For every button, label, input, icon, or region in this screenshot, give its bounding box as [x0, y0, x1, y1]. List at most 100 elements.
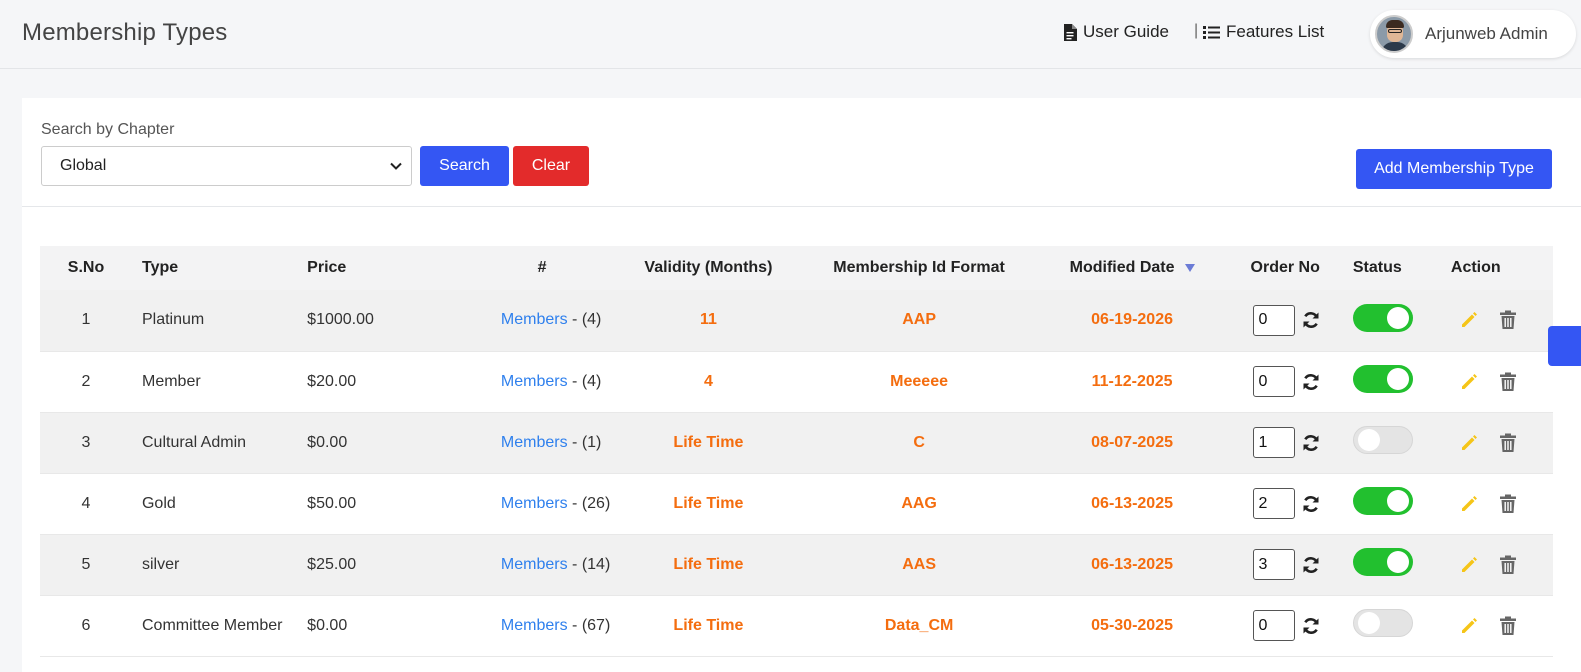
col-action: Action	[1450, 259, 1501, 276]
table-header-row: S.No Type Price # Validity (Months) Memb…	[40, 246, 1553, 290]
user-guide-label: User Guide	[1083, 22, 1169, 41]
cell-members: Members - (26)	[434, 473, 610, 534]
refresh-icon[interactable]	[1301, 616, 1321, 636]
cell-type: Committee Member	[141, 616, 283, 634]
trash-icon[interactable]	[1499, 616, 1517, 636]
cell-id-format: Meeeee	[807, 351, 1032, 412]
cell-modified-date: 06-13-2025	[1032, 473, 1233, 534]
trash-icon[interactable]	[1499, 433, 1517, 453]
cell-validity: Life Time	[610, 412, 806, 473]
cell-status	[1351, 290, 1449, 351]
order-no-input[interactable]	[1252, 549, 1295, 580]
pencil-icon[interactable]	[1459, 372, 1479, 392]
trash-icon[interactable]	[1499, 372, 1517, 392]
status-toggle[interactable]	[1352, 303, 1413, 332]
user-menu[interactable]: Arjunweb Admin	[1370, 10, 1576, 58]
pencil-icon[interactable]	[1459, 555, 1479, 575]
status-toggle[interactable]	[1352, 609, 1413, 637]
id-format-value: Meeeee	[890, 372, 948, 390]
chapter-filter-label: Search by Chapter	[41, 121, 175, 138]
cell-sno: 2	[81, 372, 91, 390]
cell-sno: 5	[81, 555, 91, 573]
cell-sno: 1	[81, 311, 91, 329]
members-link[interactable]: Members	[501, 556, 568, 573]
features-list-link[interactable]: Features List	[1203, 22, 1324, 42]
cell-status	[1351, 351, 1449, 412]
id-format-value: AAS	[902, 555, 936, 573]
order-no-input[interactable]	[1252, 366, 1295, 397]
members-link[interactable]: Members	[501, 617, 568, 634]
trash-icon[interactable]	[1499, 555, 1517, 575]
cell-order-no	[1233, 473, 1351, 534]
cell-action	[1449, 351, 1553, 412]
validity-value: 4	[703, 372, 713, 390]
sort-down-icon	[1184, 263, 1195, 272]
order-no-input[interactable]	[1252, 427, 1295, 458]
order-no-input[interactable]	[1252, 488, 1295, 519]
cell-type: Cultural Admin	[141, 433, 247, 451]
cell-id-format: Data_CM	[807, 595, 1032, 656]
cell-members: Members - (4)	[434, 351, 610, 412]
col-id-format: Membership Id Format	[833, 259, 1005, 276]
cell-price: $50.00	[307, 494, 357, 512]
members-count: - (26)	[567, 494, 611, 512]
cell-members: Members - (4)	[434, 290, 610, 351]
table-row: 3 Cultural Admin $0.00 Members - (1) Lif…	[40, 412, 1553, 473]
cell-price: $0.00	[307, 433, 348, 451]
cell-order-no	[1233, 595, 1351, 656]
user-guide-link[interactable]: User Guide	[1063, 22, 1169, 42]
search-button[interactable]: Search	[420, 146, 509, 186]
order-no-input[interactable]	[1252, 304, 1295, 336]
document-icon	[1063, 23, 1077, 41]
cell-order-no	[1233, 290, 1351, 351]
pencil-icon[interactable]	[1459, 616, 1479, 636]
members-link[interactable]: Members	[501, 373, 568, 390]
refresh-icon[interactable]	[1301, 494, 1321, 514]
refresh-icon[interactable]	[1301, 555, 1321, 575]
order-no-input[interactable]	[1252, 610, 1295, 641]
col-modified-date[interactable]: Modified Date	[1032, 246, 1233, 290]
status-toggle[interactable]	[1352, 426, 1413, 454]
col-price: Price	[307, 259, 347, 276]
trash-icon[interactable]	[1499, 310, 1517, 330]
id-format-value: Data_CM	[884, 616, 954, 634]
id-format-value: AAG	[901, 494, 937, 512]
refresh-icon[interactable]	[1301, 372, 1321, 392]
members-link[interactable]: Members	[501, 434, 568, 451]
cell-validity: Life Time	[610, 534, 806, 595]
validity-value: Life Time	[673, 555, 744, 573]
chapter-select[interactable]: Global	[41, 146, 412, 186]
pencil-icon[interactable]	[1459, 310, 1479, 330]
members-link[interactable]: Members	[501, 311, 568, 328]
panel-divider	[22, 206, 1581, 207]
pencil-icon[interactable]	[1459, 494, 1479, 514]
col-members: #	[537, 259, 547, 276]
add-membership-type-button[interactable]: Add Membership Type	[1356, 149, 1552, 189]
clear-button[interactable]: Clear	[513, 146, 589, 186]
modified-date-value: 11-12-2025	[1091, 372, 1173, 390]
cell-id-format: AAG	[807, 473, 1032, 534]
pencil-icon[interactable]	[1459, 433, 1479, 453]
chapter-select-value: Global	[60, 157, 107, 174]
col-validity: Validity (Months)	[644, 259, 773, 276]
user-name: Arjunweb Admin	[1425, 24, 1548, 43]
status-toggle[interactable]	[1352, 487, 1413, 515]
members-count: - (1)	[567, 433, 602, 451]
members-link[interactable]: Members	[501, 495, 568, 512]
status-toggle[interactable]	[1352, 548, 1413, 576]
cell-action	[1449, 290, 1553, 351]
refresh-icon[interactable]	[1301, 310, 1321, 330]
refresh-icon[interactable]	[1301, 433, 1321, 453]
col-order-no: Order No	[1250, 259, 1320, 276]
membership-panel: Search by Chapter Global Search Clear Ad…	[22, 98, 1581, 672]
cell-price: $0.00	[307, 616, 348, 634]
side-panel-tab[interactable]	[1548, 326, 1581, 366]
cell-status	[1351, 595, 1449, 656]
cell-validity: 4	[610, 351, 806, 412]
trash-icon[interactable]	[1499, 494, 1517, 514]
id-format-value: C	[913, 433, 925, 451]
cell-price: $1000.00	[307, 311, 374, 329]
cell-id-format: AAS	[807, 534, 1032, 595]
status-toggle[interactable]	[1352, 365, 1413, 393]
cell-sno: 3	[81, 433, 91, 451]
